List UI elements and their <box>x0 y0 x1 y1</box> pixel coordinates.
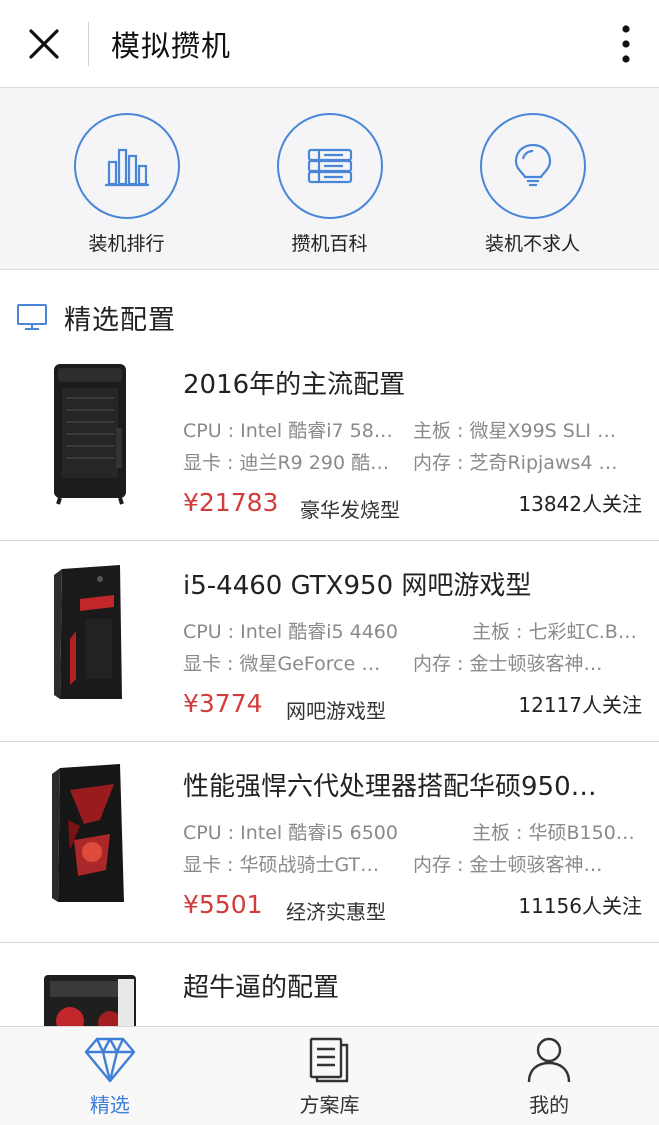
quick-item-label: 装机不求人 <box>484 233 580 255</box>
spec-gpu: 显卡 : 微星GeForce … <box>183 653 381 675</box>
monitor-icon <box>17 304 47 330</box>
quick-item-label: 装机排行 <box>88 233 165 255</box>
spec-motherboard: 主板 : 微星X99S SLI … <box>413 420 617 442</box>
bar-chart-icon <box>104 148 149 187</box>
tab-label: 我的 <box>529 1093 570 1117</box>
tab-label: 方案库 <box>299 1093 360 1117</box>
config-list: 2016年的主流配置 CPU : Intel 酷睿i7 58… 主板 : 微星X… <box>0 340 659 1125</box>
books-icon <box>307 148 352 184</box>
config-title: i5-4460 GTX950 网吧游戏型 <box>183 571 532 601</box>
section-header: 精选配置 <box>0 292 659 342</box>
top-bar: 模拟攒机 <box>0 0 659 88</box>
config-card[interactable]: i5-4460 GTX950 网吧游戏型 CPU : Intel 酷睿i5 44… <box>0 541 659 742</box>
spec-cpu: CPU : Intel 酷睿i5 4460 <box>183 621 398 643</box>
spec-memory: 内存 : 金士顿骇客神… <box>413 854 603 876</box>
spec-motherboard: 主板 : 七彩虹C.B85K … <box>472 621 637 643</box>
config-title: 超牛逼的配置 <box>183 973 340 1003</box>
spec-gpu: 显卡 : 迪兰R9 290 酷… <box>183 452 390 474</box>
page: 模拟攒机 装机排行 攒机百科 装机不求人 精选配置 2016年的主流配置 CPU… <box>0 0 659 1125</box>
spec-cpu: CPU : Intel 酷睿i7 58… <box>183 420 393 442</box>
tab-label: 精选 <box>89 1093 130 1117</box>
more-button[interactable] <box>611 22 641 66</box>
lightbulb-icon <box>514 143 551 187</box>
follow-count: 12117人关注 <box>518 693 642 717</box>
config-tag: 经济实惠型 <box>286 900 386 924</box>
quick-icon-circle <box>276 113 383 219</box>
config-title: 性能强悍六代处理器搭配华硕950… <box>183 772 597 802</box>
quick-item-guide[interactable]: 装机不求人 <box>453 88 613 269</box>
spec-motherboard: 主板 : 华硕B150M-PL… <box>472 822 637 844</box>
diamond-icon <box>84 1037 136 1083</box>
spec-memory: 内存 : 芝奇Ripjaws4 … <box>413 452 618 474</box>
config-tag: 豪华发烧型 <box>300 498 400 522</box>
config-tag: 网吧游戏型 <box>286 699 386 723</box>
quick-item-label: 攒机百科 <box>291 233 368 255</box>
config-price: ¥3774 <box>183 689 263 718</box>
pc-case-image <box>54 565 122 699</box>
config-card[interactable]: 2016年的主流配置 CPU : Intel 酷睿i7 58… 主板 : 微星X… <box>0 340 659 541</box>
more-vertical-icon <box>622 25 630 63</box>
tab-profile[interactable]: 我的 <box>439 1027 659 1125</box>
config-card[interactable]: 性能强悍六代处理器搭配华硕950… CPU : Intel 酷睿i5 6500 … <box>0 742 659 943</box>
bottom-tab-bar: 精选 方案库 我的 <box>0 1026 659 1125</box>
quick-menu: 装机排行 攒机百科 装机不求人 <box>0 88 659 270</box>
close-icon <box>29 28 59 59</box>
tab-featured[interactable]: 精选 <box>0 1027 220 1125</box>
config-price: ¥5501 <box>183 890 263 919</box>
quick-item-wiki[interactable]: 攒机百科 <box>250 88 410 269</box>
pc-case-image <box>52 764 124 902</box>
close-button[interactable] <box>0 0 88 88</box>
pc-case-image <box>54 364 126 505</box>
quick-icon-circle <box>479 113 586 219</box>
section-title: 精选配置 <box>64 304 176 336</box>
tab-library[interactable]: 方案库 <box>220 1027 440 1125</box>
spec-cpu: CPU : Intel 酷睿i5 6500 <box>183 822 398 844</box>
quick-icon-circle <box>73 113 180 219</box>
header-divider <box>88 21 89 66</box>
spec-gpu: 显卡 : 华硕战骑士GT… <box>183 854 380 876</box>
page-title: 模拟攒机 <box>111 28 232 63</box>
follow-count: 11156人关注 <box>518 894 642 918</box>
spec-memory: 内存 : 金士顿骇客神… <box>413 653 603 675</box>
follow-count: 13842人关注 <box>518 492 642 516</box>
document-icon <box>309 1037 348 1083</box>
quick-item-ranking[interactable]: 装机排行 <box>47 88 207 269</box>
config-price: ¥21783 <box>183 488 279 517</box>
config-title: 2016年的主流配置 <box>183 370 406 400</box>
user-icon <box>527 1037 571 1083</box>
